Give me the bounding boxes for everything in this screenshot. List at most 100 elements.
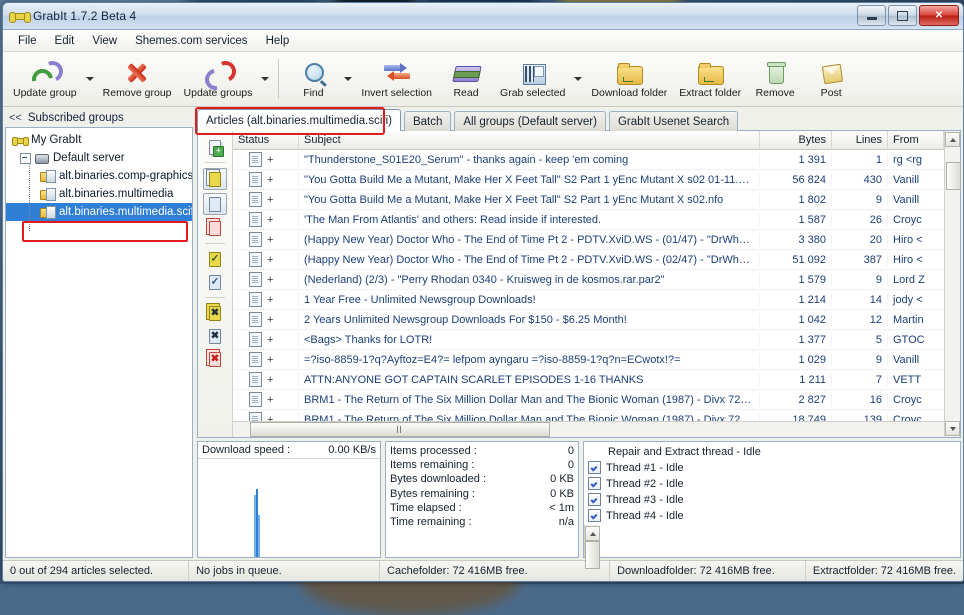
close-button[interactable]: ✕ bbox=[919, 5, 959, 26]
download-folder-button[interactable]: Download folder bbox=[585, 54, 673, 105]
expand-icon[interactable]: + bbox=[267, 254, 273, 266]
thread-checkbox[interactable] bbox=[588, 509, 601, 522]
thread-list[interactable]: Repair and Extract thread - Idle Thread … bbox=[584, 442, 960, 525]
expand-icon[interactable]: + bbox=[267, 394, 273, 406]
update-group-button[interactable]: Update group bbox=[7, 54, 83, 105]
menu-view[interactable]: View bbox=[83, 32, 126, 50]
extract-folder-button[interactable]: Extract folder bbox=[673, 54, 747, 105]
table-row[interactable]: + "You Gotta Build Me a Mutant, Make Her… bbox=[233, 190, 944, 210]
scroll-up-arrow[interactable] bbox=[945, 132, 960, 147]
tab-articles[interactable]: Articles (alt.binaries.multimedia.scifi) bbox=[197, 109, 401, 131]
show-red-pages-icon[interactable] bbox=[204, 218, 226, 238]
menu-help[interactable]: Help bbox=[257, 32, 299, 50]
tab-all-groups[interactable]: All groups (Default server) bbox=[454, 111, 606, 131]
thread-row-2[interactable]: Thread #2 - Idle bbox=[588, 476, 956, 491]
table-row[interactable]: + ATTN:ANYONE GOT CAPTAIN SCARLET EPISOD… bbox=[233, 370, 944, 390]
expand-icon[interactable]: + bbox=[267, 414, 273, 422]
tree-item-label: Default server bbox=[53, 152, 125, 164]
column-header-bytes[interactable]: Bytes bbox=[760, 131, 832, 149]
column-header-subject[interactable]: Subject bbox=[299, 131, 760, 149]
grab-selected-dropdown-arrow[interactable] bbox=[571, 55, 585, 103]
expand-icon[interactable]: + bbox=[267, 374, 273, 386]
thread-checkbox[interactable] bbox=[588, 477, 601, 490]
update-group-dropdown-arrow[interactable] bbox=[83, 55, 97, 103]
minimize-button[interactable] bbox=[857, 5, 886, 26]
vertical-scroll-thumb[interactable] bbox=[946, 162, 961, 190]
column-header-lines[interactable]: Lines bbox=[832, 131, 888, 149]
threads-scroll-up-arrow[interactable] bbox=[585, 526, 600, 541]
threads-scrollbar[interactable] bbox=[584, 525, 600, 557]
update-groups-dropdown-arrow[interactable] bbox=[258, 55, 272, 103]
expand-icon[interactable]: + bbox=[267, 214, 273, 226]
table-row[interactable]: + (Nederland) (2/3) - "Perry Rhodan 0340… bbox=[233, 270, 944, 290]
thread-row-1[interactable]: Thread #1 - Idle bbox=[588, 460, 956, 475]
thread-row-3[interactable]: Thread #3 - Idle bbox=[588, 492, 956, 507]
grab-selected-button[interactable]: Grab selected bbox=[494, 54, 571, 105]
mark-blue-checked-icon[interactable]: ✓ bbox=[204, 272, 226, 292]
expand-icon[interactable]: + bbox=[267, 314, 273, 326]
scroll-right-arrow[interactable] bbox=[928, 423, 944, 436]
mark-yellow-x-icon[interactable]: ✖ bbox=[204, 303, 226, 323]
menu-shemes-services[interactable]: Shemes.com services bbox=[126, 32, 256, 50]
collapse-node-icon[interactable] bbox=[20, 153, 31, 164]
menu-file[interactable]: File bbox=[9, 32, 46, 50]
find-dropdown-arrow[interactable] bbox=[341, 55, 355, 103]
remove-button[interactable]: Remove bbox=[747, 54, 803, 105]
remove-group-button[interactable]: Remove group bbox=[97, 54, 178, 105]
add-article-icon[interactable]: + bbox=[204, 137, 226, 157]
expand-icon[interactable]: + bbox=[267, 294, 273, 306]
column-header-from[interactable]: From bbox=[888, 131, 944, 149]
update-groups-button[interactable]: Update groups bbox=[178, 54, 259, 105]
table-row[interactable]: + "You Gotta Build Me a Mutant, Make Her… bbox=[233, 170, 944, 190]
thread-row-4[interactable]: Thread #4 - Idle bbox=[588, 508, 956, 523]
tab-batch[interactable]: Batch bbox=[404, 111, 451, 131]
thread-checkbox[interactable] bbox=[588, 461, 601, 474]
horizontal-scroll-thumb[interactable] bbox=[250, 422, 550, 437]
table-row[interactable]: + (Happy New Year) Doctor Who - The End … bbox=[233, 250, 944, 270]
invert-selection-button[interactable]: Invert selection bbox=[355, 54, 438, 105]
table-row[interactable]: + (Happy New Year) Doctor Who - The End … bbox=[233, 230, 944, 250]
tree-item-alt-binaries-multimedia[interactable]: alt.binaries.multimedia bbox=[6, 185, 192, 203]
table-row[interactable]: + =?iso-8859-1?q?Ayftoz=E4?= lefpom ayng… bbox=[233, 350, 944, 370]
menu-edit[interactable]: Edit bbox=[46, 32, 84, 50]
tree-item-alt-binaries-multimedia-scifi[interactable]: alt.binaries.multimedia.scifi bbox=[6, 203, 192, 221]
show-blue-page-icon[interactable] bbox=[203, 193, 227, 215]
scroll-left-arrow[interactable] bbox=[233, 423, 249, 436]
table-row[interactable]: + <Bags> Thanks for LOTR! 1 377 5 GTOC bbox=[233, 330, 944, 350]
subscribed-groups-tree[interactable]: My GrabIt Default server alt.binaries.co… bbox=[5, 127, 193, 558]
collapse-sidebar-icon[interactable]: << bbox=[9, 112, 22, 124]
remove-group-label: Remove group bbox=[103, 87, 172, 99]
column-header-status[interactable]: Status bbox=[233, 131, 299, 149]
threads-scroll-thumb[interactable] bbox=[585, 541, 600, 569]
find-button[interactable]: Find bbox=[285, 54, 341, 105]
expand-icon[interactable]: + bbox=[267, 194, 273, 206]
horizontal-scrollbar[interactable] bbox=[233, 421, 944, 437]
mark-red-x-icon[interactable]: ✖ bbox=[204, 349, 226, 369]
expand-icon[interactable]: + bbox=[267, 274, 273, 286]
thread-checkbox[interactable] bbox=[588, 493, 601, 506]
vertical-scrollbar[interactable] bbox=[944, 131, 960, 437]
table-row[interactable]: + 2 Years Unlimited Newsgroup Downloads … bbox=[233, 310, 944, 330]
mark-blue-x-icon[interactable]: ✖ bbox=[204, 326, 226, 346]
mark-yellow-checked-icon[interactable]: ✓ bbox=[204, 249, 226, 269]
table-row[interactable]: + 1 Year Free - Unlimited Newsgroup Down… bbox=[233, 290, 944, 310]
read-button[interactable]: Read bbox=[438, 54, 494, 105]
tree-item-alt-binaries-comp-graphics[interactable]: alt.binaries.comp-graphics bbox=[6, 167, 192, 185]
table-row[interactable]: + BRM1 - The Return of The Six Million D… bbox=[233, 410, 944, 421]
tab-grabit-usenet-search[interactable]: GrabIt Usenet Search bbox=[609, 111, 738, 131]
tree-item-default-server[interactable]: Default server bbox=[6, 149, 192, 167]
maximize-button[interactable] bbox=[888, 5, 917, 26]
post-button[interactable]: Post bbox=[803, 54, 859, 105]
show-yellow-pages-icon[interactable] bbox=[203, 168, 227, 190]
table-row[interactable]: + BRM1 - The Return of The Six Million D… bbox=[233, 390, 944, 410]
table-row[interactable]: + 'The Man From Atlantis' and others: Re… bbox=[233, 210, 944, 230]
scroll-down-arrow[interactable] bbox=[945, 421, 960, 436]
expand-icon[interactable]: + bbox=[267, 174, 273, 186]
table-row[interactable]: + "Thunderstone_S01E20_Serum" - thanks a… bbox=[233, 150, 944, 170]
table-rows[interactable]: + "Thunderstone_S01E20_Serum" - thanks a… bbox=[233, 150, 944, 421]
expand-icon[interactable]: + bbox=[267, 154, 273, 166]
expand-icon[interactable]: + bbox=[267, 334, 273, 346]
expand-icon[interactable]: + bbox=[267, 234, 273, 246]
expand-icon[interactable]: + bbox=[267, 354, 273, 366]
tree-item-my-grabit[interactable]: My GrabIt bbox=[6, 131, 192, 149]
